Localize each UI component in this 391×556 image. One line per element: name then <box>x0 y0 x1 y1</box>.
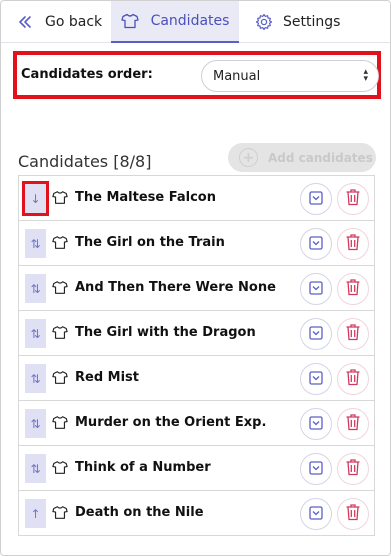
candidate-name: Murder on the Orient Exp. <box>75 415 267 430</box>
expand-button[interactable] <box>300 228 332 260</box>
chevron-down-icon <box>309 235 323 254</box>
add-candidates-button[interactable]: + Add candidates <box>228 143 376 172</box>
tshirt-icon <box>52 415 68 434</box>
tshirt-icon <box>52 370 68 389</box>
trash-icon <box>345 278 361 300</box>
delete-button[interactable] <box>337 498 369 530</box>
expand-button[interactable] <box>300 318 332 350</box>
up-arrow-icon[interactable]: ↑ <box>25 499 46 528</box>
delete-button[interactable] <box>337 408 369 440</box>
candidate-name: And Then There Were None <box>75 280 276 295</box>
trash-icon <box>345 413 361 435</box>
tab-candidates[interactable]: Candidates <box>111 1 239 43</box>
delete-button[interactable] <box>337 183 369 215</box>
order-select-value: Manual <box>213 68 261 84</box>
trash-icon <box>345 188 361 210</box>
delete-button[interactable] <box>337 318 369 350</box>
up-down-arrows-icon[interactable]: ⇅ <box>25 454 46 483</box>
gear-icon <box>255 13 273 31</box>
go-back-label: Go back <box>45 14 103 30</box>
candidate-name: The Maltese Falcon <box>75 190 216 205</box>
up-down-arrows-icon[interactable]: ⇅ <box>25 364 46 393</box>
trash-icon <box>345 368 361 390</box>
tshirt-icon <box>52 505 68 524</box>
delete-button[interactable] <box>337 453 369 485</box>
chevron-down-icon <box>309 505 323 524</box>
trash-icon <box>345 503 361 525</box>
trash-icon <box>345 233 361 255</box>
up-down-arrows-icon[interactable]: ⇅ <box>25 229 46 258</box>
candidates-title: Candidates [8/8] <box>18 152 152 171</box>
tshirt-icon <box>52 280 68 299</box>
tab-candidates-label: Candidates <box>150 13 230 29</box>
top-nav: Go back Candidates Settings <box>1 1 390 43</box>
candidate-row: ↑ Death on the Nile <box>19 491 374 536</box>
candidate-row: ⇅ Murder on the Orient Exp. <box>19 401 374 446</box>
delete-button[interactable] <box>337 273 369 305</box>
expand-button[interactable] <box>300 363 332 395</box>
candidate-name: The Girl on the Train <box>75 235 225 250</box>
chevron-down-icon <box>309 190 323 209</box>
tshirt-icon <box>52 325 68 344</box>
tshirt-icon <box>52 460 68 479</box>
expand-button[interactable] <box>300 453 332 485</box>
candidates-list: ↓ The Maltese Falcon ⇅ The Girl on the T… <box>18 175 375 536</box>
candidate-row: ⇅ The Girl on the Train <box>19 221 374 266</box>
trash-icon <box>345 323 361 345</box>
candidate-row: ⇅ Think of a Number <box>19 446 374 491</box>
select-caret-icon: ▴ ▾ <box>363 67 368 84</box>
trash-icon <box>345 458 361 480</box>
up-down-arrows-icon[interactable]: ⇅ <box>25 319 46 348</box>
tab-settings-label: Settings <box>283 14 341 30</box>
tab-settings[interactable]: Settings <box>255 1 340 43</box>
chevron-down-icon <box>309 415 323 434</box>
delete-button[interactable] <box>337 363 369 395</box>
delete-button[interactable] <box>337 228 369 260</box>
double-chevron-left-icon <box>17 14 33 30</box>
candidate-name: Death on the Nile <box>75 505 204 520</box>
expand-button[interactable] <box>300 183 332 215</box>
plus-icon: + <box>239 148 258 167</box>
expand-button[interactable] <box>300 498 332 530</box>
chevron-down-icon <box>309 325 323 344</box>
expand-button[interactable] <box>300 273 332 305</box>
down-arrow-icon[interactable]: ↓ <box>22 181 49 216</box>
candidate-name: The Girl with the Dragon <box>75 325 256 340</box>
candidate-row: ↓ The Maltese Falcon <box>19 176 374 221</box>
candidate-name: Red Mist <box>75 370 140 385</box>
expand-button[interactable] <box>300 408 332 440</box>
app-frame: Go back Candidates Settings Candidates o… <box>0 0 391 556</box>
chevron-down-icon <box>309 460 323 479</box>
candidate-row: ⇅ The Girl with the Dragon <box>19 311 374 356</box>
candidate-row: ⇅ Red Mist <box>19 356 374 401</box>
up-down-arrows-icon[interactable]: ⇅ <box>25 274 46 303</box>
candidate-name: Think of a Number <box>75 460 211 475</box>
add-candidates-label: Add candidates <box>268 150 373 165</box>
up-down-arrows-icon[interactable]: ⇅ <box>25 409 46 438</box>
chevron-down-icon <box>309 370 323 389</box>
tshirt-icon <box>52 190 68 209</box>
go-back-button[interactable]: Go back <box>17 1 102 43</box>
candidates-order-label: Candidates order: <box>21 67 153 82</box>
tshirt-icon <box>120 13 139 29</box>
candidates-order-row: Candidates order: Manual ▴ ▾ <box>13 51 381 99</box>
candidate-row: ⇅ And Then There Were None <box>19 266 374 311</box>
candidates-order-select[interactable]: Manual ▴ ▾ <box>201 60 379 92</box>
chevron-down-icon <box>309 280 323 299</box>
tshirt-icon <box>52 235 68 254</box>
